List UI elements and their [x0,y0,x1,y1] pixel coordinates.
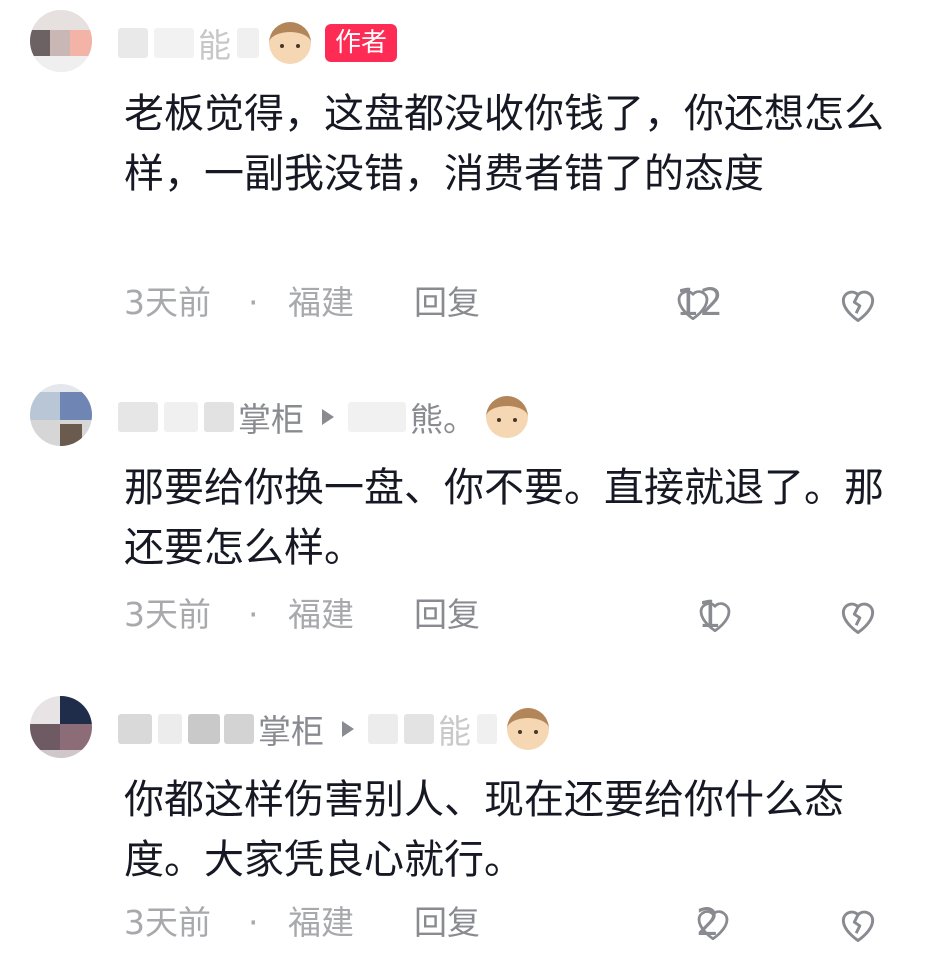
broken-heart-icon [841,910,875,942]
triangle-right-icon [342,721,354,737]
like-button[interactable]: 1 [694,590,736,640]
like-count: 1 [698,593,722,636]
comment-text: 老板觉得，这盘都没收你钱了，你还想怎么样，一副我没错，消费者错了的态度 [124,91,884,197]
username-redacted[interactable] [118,402,158,432]
like-button[interactable]: 2 [692,898,734,948]
boy-face-emoji-icon [269,22,311,64]
reply-to-redacted[interactable] [368,714,398,744]
dislike-button[interactable] [836,594,880,646]
avatar[interactable] [30,696,92,758]
boy-face-emoji-icon [486,396,528,438]
separator-dot: · [248,283,259,322]
comment-footer: 3天前 · 福建 回复 12 [124,278,894,328]
author-tag: 作者 [325,24,398,62]
comment-location: 福建 [288,283,354,322]
dislike-button[interactable] [836,282,880,334]
comment-text: 那要给你换一盘、你不要。直接就退了。那还要怎么样。 [124,465,884,571]
broken-heart-icon [841,290,875,322]
dislike-button[interactable] [836,902,880,954]
separator-dot: · [248,595,259,634]
username[interactable]: 能 [198,19,231,67]
comment-location: 福建 [288,903,354,942]
reply-button[interactable]: 回复 [414,898,480,948]
comment-meta: 掌柜 熊。 [118,392,528,442]
like-button[interactable]: 12 [672,278,723,328]
separator-dot: · [248,903,259,942]
reply-button[interactable]: 回复 [414,278,480,328]
username[interactable]: 掌柜 [238,393,304,441]
boy-face-emoji-icon [507,708,549,750]
reply-to-redacted[interactable] [348,402,406,432]
comment-meta: 掌柜 能 [118,704,549,754]
reply-to-username[interactable]: 能 [438,705,471,753]
comment-time: 3天前 [124,283,211,322]
avatar[interactable] [30,384,92,446]
reply-to-username[interactable]: 熊。 [410,393,476,441]
username-redacted[interactable] [118,714,152,744]
avatar[interactable] [30,10,92,72]
username-redacted[interactable] [118,28,148,58]
comment-meta: 能 作者 [118,18,398,68]
comment-footer: 3天前 · 福建 回复 2 [124,898,894,948]
username[interactable]: 掌柜 [258,705,324,753]
comment-time: 3天前 [124,903,211,942]
comment-location: 福建 [288,595,354,634]
broken-heart-icon [841,602,875,634]
comment-text: 你都这样伤害别人、现在还要给你什么态度。大家凭良心就行。 [124,777,844,883]
comment-time: 3天前 [124,595,211,634]
triangle-right-icon [322,409,334,425]
like-count: 12 [676,281,724,324]
reply-button[interactable]: 回复 [414,590,480,640]
like-count: 2 [696,901,720,944]
comment-footer: 3天前 · 福建 回复 1 [124,590,894,640]
